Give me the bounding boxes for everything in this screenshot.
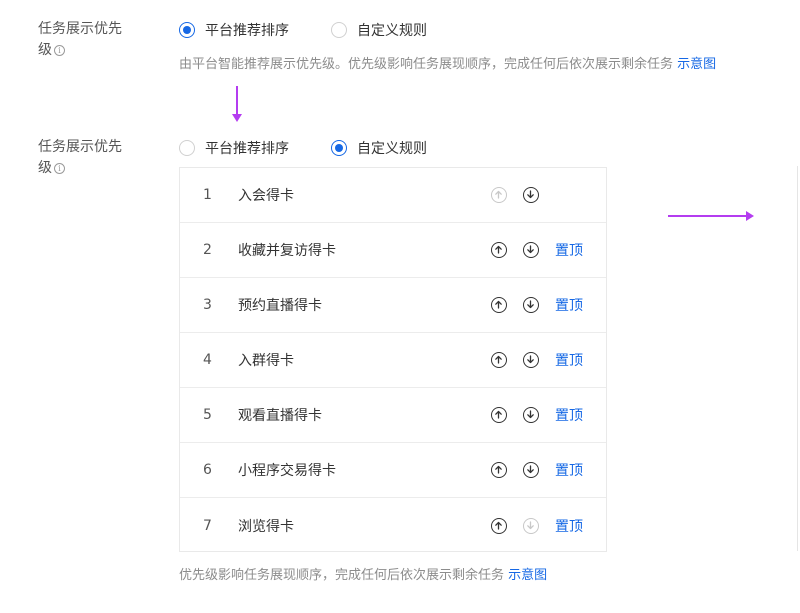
priority-radio-group-2: 平台推荐排序 自定义规则 <box>179 137 469 159</box>
radio-checked-icon <box>179 22 195 38</box>
priority-label-text: 任务展示优先 <box>38 21 122 37</box>
move-up-icon[interactable] <box>491 352 507 368</box>
move-down-icon[interactable] <box>523 242 539 258</box>
divider <box>797 166 798 551</box>
task-row: 6 小程序交易得卡 置顶 <box>180 443 606 498</box>
priority-label-text: 任务展示优先 <box>38 139 122 155</box>
radio-label: 自定义规则 <box>357 141 427 157</box>
task-row: 5 观看直播得卡 置顶 <box>180 388 606 443</box>
info-icon[interactable]: i <box>54 163 65 174</box>
task-row: 1 入会得卡 <box>180 168 606 223</box>
priority-hint-2: 优先级影响任务展现顺序，完成任何后依次展示剩余任务 示意图 <box>179 564 547 583</box>
radio-platform-recommended[interactable]: 平台推荐排序 <box>179 138 289 158</box>
task-name: 收藏并复访得卡 <box>238 243 336 259</box>
task-index: 2 <box>203 242 212 258</box>
task-name: 入会得卡 <box>238 188 294 204</box>
radio-label: 自定义规则 <box>357 23 427 39</box>
task-name: 入群得卡 <box>238 353 294 369</box>
pin-to-top-button[interactable]: 置顶 <box>555 350 583 370</box>
priority-label-1: 任务展示优先 级i <box>38 19 138 61</box>
priority-radio-group-1: 平台推荐排序 自定义规则 <box>179 19 469 41</box>
task-priority-table: 1 入会得卡 2 收藏并复访得卡 置顶 3 预约直播得卡 置顶 4 入群得卡 置顶 5 观看直播得卡 置顶… <box>179 167 607 552</box>
move-down-icon[interactable] <box>523 407 539 423</box>
hint-text: 优先级影响任务展现顺序，完成任何后依次展示剩余任务 <box>179 568 505 583</box>
move-up-icon[interactable] <box>491 462 507 478</box>
task-name: 浏览得卡 <box>238 518 294 535</box>
radio-platform-recommended[interactable]: 平台推荐排序 <box>179 20 289 40</box>
task-row: 4 入群得卡 置顶 <box>180 333 606 388</box>
example-link[interactable]: 示意图 <box>677 57 716 72</box>
radio-checked-icon <box>331 140 347 156</box>
info-icon[interactable]: i <box>54 45 65 56</box>
task-index: 4 <box>203 352 212 368</box>
task-row: 3 预约直播得卡 置顶 <box>180 278 606 333</box>
move-down-icon[interactable] <box>523 462 539 478</box>
move-up-icon[interactable] <box>491 407 507 423</box>
radio-unchecked-icon <box>179 140 195 156</box>
task-name: 小程序交易得卡 <box>238 463 336 479</box>
task-index: 6 <box>203 462 212 478</box>
task-row: 2 收藏并复访得卡 置顶 <box>180 223 606 278</box>
priority-hint-1: 由平台智能推荐展示优先级。优先级影响任务展现顺序，完成任何后依次展示剩余任务 示… <box>179 53 716 72</box>
move-down-icon[interactable] <box>523 187 539 203</box>
radio-label: 平台推荐排序 <box>205 141 289 157</box>
hint-text: 由平台智能推荐展示优先级。优先级影响任务展现顺序，完成任何后依次展示剩余任务 <box>179 57 674 72</box>
priority-label-2: 任务展示优先 级i <box>38 137 138 179</box>
pin-to-top-button[interactable]: 置顶 <box>555 516 583 536</box>
example-link[interactable]: 示意图 <box>508 568 547 583</box>
move-down-icon[interactable] <box>523 352 539 368</box>
task-index: 3 <box>203 297 212 313</box>
task-index: 1 <box>203 187 212 203</box>
move-down-icon[interactable] <box>523 297 539 313</box>
radio-label: 平台推荐排序 <box>205 23 289 39</box>
move-down-icon <box>523 517 539 534</box>
task-index: 7 <box>203 517 212 534</box>
arrow-right-icon <box>668 211 754 221</box>
move-up-icon <box>491 187 507 203</box>
task-name: 预约直播得卡 <box>238 298 322 314</box>
radio-custom-rule[interactable]: 自定义规则 <box>331 20 427 40</box>
pin-to-top-button[interactable]: 置顶 <box>555 240 583 260</box>
priority-label-text-2: 级 <box>38 160 52 176</box>
radio-custom-rule[interactable]: 自定义规则 <box>331 138 427 158</box>
priority-label-text-2: 级 <box>38 42 52 58</box>
radio-unchecked-icon <box>331 22 347 38</box>
task-index: 5 <box>203 407 212 423</box>
arrow-down-icon <box>232 86 242 122</box>
task-name: 观看直播得卡 <box>238 408 322 424</box>
pin-to-top-button[interactable]: 置顶 <box>555 460 583 480</box>
page: 任务展示优先 级i 平台推荐排序 自定义规则 由平台智能推荐展示优先级。优先级影… <box>0 0 800 613</box>
move-up-icon[interactable] <box>491 517 507 534</box>
task-row: 7 浏览得卡 置顶 <box>180 498 606 553</box>
move-up-icon[interactable] <box>491 242 507 258</box>
pin-to-top-button[interactable]: 置顶 <box>555 405 583 425</box>
move-up-icon[interactable] <box>491 297 507 313</box>
pin-to-top-button[interactable]: 置顶 <box>555 295 583 315</box>
